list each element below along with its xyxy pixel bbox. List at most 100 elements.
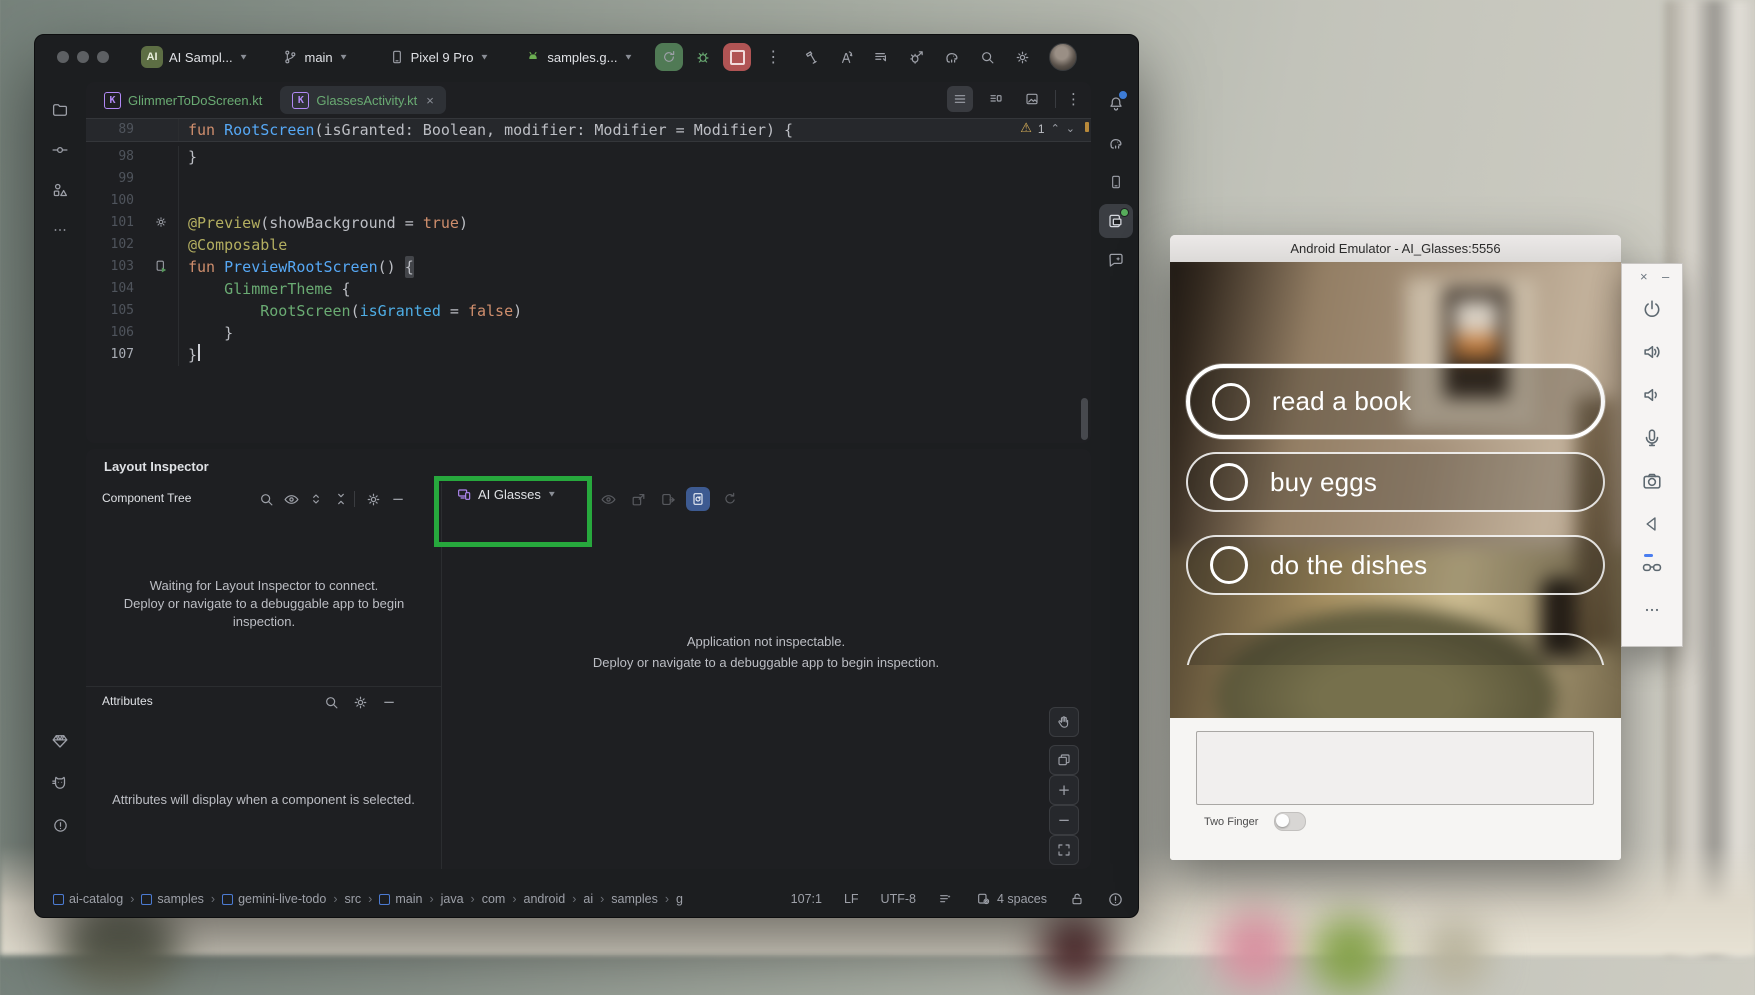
two-finger-toggle[interactable] [1274, 812, 1306, 831]
todo-radio-icon[interactable] [1210, 463, 1248, 501]
gutter[interactable] [134, 300, 179, 322]
breadcrumb-item[interactable]: java [441, 892, 464, 906]
volume-up-button[interactable] [1637, 337, 1667, 367]
editor-tab-1[interactable]: KGlimmerToDoScreen.kt [92, 86, 274, 114]
settings-button[interactable] [1014, 49, 1031, 66]
emulator-screen[interactable]: read a book buy eggs do the dishes [1170, 262, 1621, 718]
indent-setting[interactable]: 4 spaces [976, 891, 1047, 907]
code-line-101[interactable]: 101@Preview(showBackground = true) [86, 212, 1091, 234]
minimize-window-button[interactable] [77, 51, 89, 63]
close-window-button[interactable] [57, 51, 69, 63]
inspect-mode-button[interactable] [596, 487, 620, 511]
sidebar-item-running-devices[interactable] [1099, 165, 1133, 199]
debug-button[interactable] [689, 43, 717, 71]
gutter[interactable] [134, 234, 179, 256]
todo-radio-icon[interactable] [1212, 383, 1250, 421]
run-preview-icon[interactable] [154, 259, 169, 274]
emulator-text-input[interactable] [1196, 731, 1594, 805]
breadcrumb-item[interactable]: ai-catalog [53, 892, 123, 906]
breadcrumb-item[interactable]: samples [141, 892, 204, 906]
rerun-button[interactable] [655, 43, 683, 71]
glasses-button[interactable] [1637, 552, 1667, 582]
inspections-widget[interactable]: ⚠ 1 ⌃ ⌄ [1020, 121, 1075, 136]
gutter[interactable] [134, 119, 179, 141]
code-line-107[interactable]: 107} [86, 344, 1091, 366]
code-line-103[interactable]: 103fun PreviewRootScreen() { [86, 256, 1091, 278]
view-code-button[interactable] [947, 86, 973, 112]
breadcrumb-item[interactable]: g [676, 892, 683, 906]
todo-item[interactable]: do the dishes [1186, 535, 1605, 595]
sidebar-item-notifications[interactable] [1099, 87, 1133, 121]
editor-tab-2[interactable]: KGlassesActivity.kt× [280, 86, 445, 114]
preview-settings-icon[interactable] [154, 215, 168, 229]
error-stripe-mark[interactable] [1085, 122, 1089, 132]
sync-list-button[interactable] [873, 49, 890, 66]
sidebar-item-gradle[interactable] [1099, 126, 1133, 160]
view-split-button[interactable] [983, 86, 1009, 112]
gutter[interactable] [134, 278, 179, 300]
gutter[interactable] [134, 190, 179, 212]
editor-scrollbar[interactable] [1081, 398, 1088, 440]
code-line-99[interactable]: 99 [86, 168, 1091, 190]
file-encoding[interactable]: UTF-8 [881, 892, 916, 906]
breadcrumb-item[interactable]: android [524, 892, 566, 906]
attributes-settings-button[interactable] [348, 690, 372, 714]
build-button[interactable] [803, 49, 820, 66]
gutter[interactable] [134, 146, 179, 168]
sidebar-item-layout-inspector[interactable] [1099, 204, 1133, 238]
sidebar-item-project[interactable] [43, 93, 77, 127]
volume-down-button[interactable] [1637, 380, 1667, 410]
microphone-button[interactable] [1637, 423, 1667, 453]
code-line-102[interactable]: 102@Composable [86, 234, 1091, 256]
caret-position[interactable]: 107:1 [791, 892, 822, 906]
sidebar-item-problems[interactable] [43, 808, 77, 842]
sidebar-item-structure[interactable] [43, 173, 77, 207]
tree-expand-all-button[interactable] [304, 487, 328, 511]
editor-options-kebab[interactable]: ⋮ [1066, 92, 1081, 107]
breadcrumb[interactable]: ai-catalog›samples›gemini-live-todo›src›… [53, 892, 683, 906]
refresh-button[interactable] [718, 487, 742, 511]
breadcrumb-item[interactable]: main [379, 892, 422, 906]
power-button[interactable] [1637, 294, 1667, 324]
zoom-in-button[interactable]: + [1049, 775, 1079, 805]
breadcrumb-item[interactable]: ai [583, 892, 593, 906]
project-widget[interactable]: AI AI Sampl... ▼ [141, 46, 248, 68]
todo-item[interactable]: buy eggs [1186, 452, 1605, 512]
formatter-icon[interactable] [938, 891, 954, 907]
code-line-105[interactable]: 105 RootScreen(isGranted = false) [86, 300, 1091, 322]
search-everywhere-button[interactable] [979, 49, 996, 66]
tree-hide-button[interactable]: − [386, 487, 410, 511]
attach-debugger-button[interactable] [908, 49, 925, 66]
zoom-fit-button[interactable] [1049, 835, 1079, 865]
run-config-selector[interactable]: samples.g... ▼ [525, 49, 633, 65]
device-selector[interactable]: Pixel 9 Pro ▼ [389, 49, 490, 65]
code-line-104[interactable]: 104 GlimmerTheme { [86, 278, 1091, 300]
unlock-icon[interactable] [1069, 891, 1085, 907]
apply-changes-button[interactable] [838, 49, 855, 66]
next-warning-chevron[interactable]: ⌄ [1066, 123, 1075, 134]
close-icon[interactable]: × [426, 93, 434, 108]
tree-settings-button[interactable] [361, 487, 385, 511]
snapshot-export-button[interactable] [626, 487, 650, 511]
pan-button[interactable] [1049, 707, 1079, 737]
code-line-89[interactable]: 89fun RootScreen(isGranted: Boolean, mod… [86, 118, 1091, 142]
line-separator[interactable]: LF [844, 892, 859, 906]
view-design-button[interactable] [1019, 86, 1045, 112]
camera-button[interactable] [1637, 466, 1667, 496]
todo-item-partial[interactable] [1186, 633, 1605, 665]
stop-button[interactable] [723, 43, 751, 71]
avatar[interactable] [1049, 43, 1077, 71]
emulator-minimize-button[interactable]: – [1662, 269, 1669, 284]
emulator-titlebar[interactable]: Android Emulator - AI_Glasses:5556 [1170, 235, 1621, 263]
todo-item[interactable]: read a book [1186, 364, 1605, 439]
layers-button[interactable] [1049, 745, 1079, 775]
code-line-106[interactable]: 106 } [86, 322, 1091, 344]
run-more-kebab[interactable]: ⋮ [765, 49, 781, 65]
sidebar-item-logcat[interactable] [43, 766, 77, 800]
gutter[interactable] [134, 212, 179, 234]
snapshot-load-button[interactable] [656, 487, 680, 511]
gutter[interactable] [134, 322, 179, 344]
prev-warning-chevron[interactable]: ⌃ [1051, 123, 1060, 134]
sidebar-item-gemini[interactable] [1099, 243, 1133, 277]
breadcrumb-item[interactable]: src [345, 892, 362, 906]
